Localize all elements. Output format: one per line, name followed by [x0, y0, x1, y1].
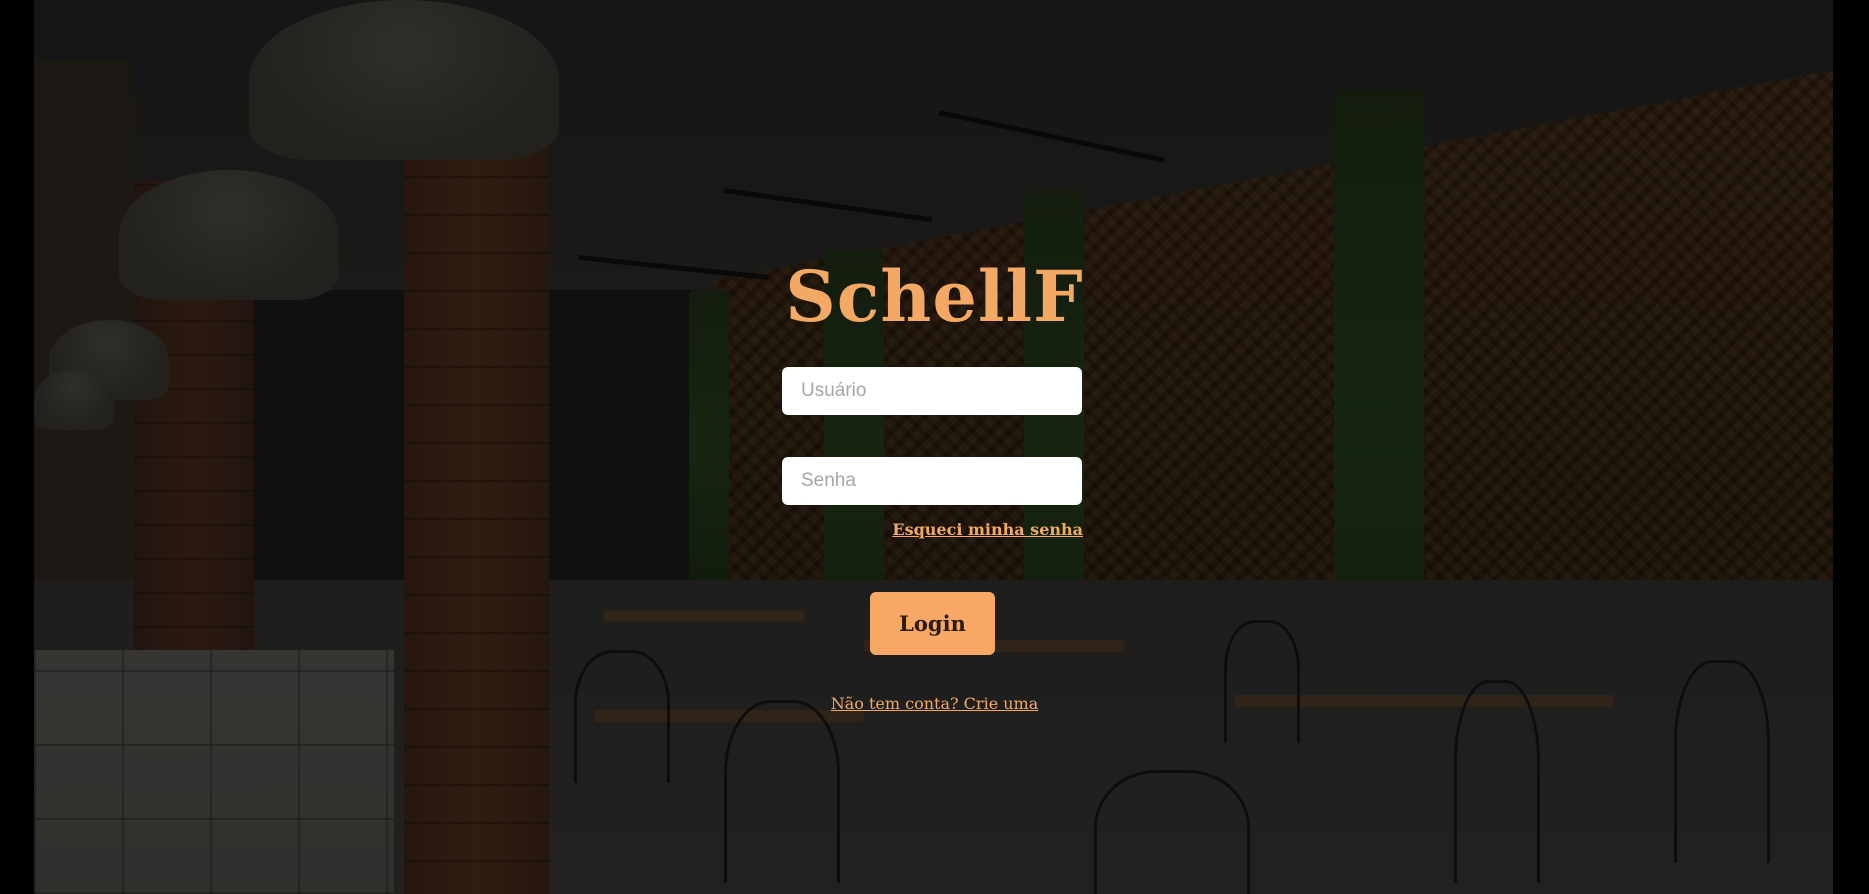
username-input[interactable] — [782, 367, 1082, 415]
login-button[interactable]: Login — [870, 592, 995, 655]
forgot-password-link[interactable]: Esqueci minha senha — [892, 520, 1083, 539]
signup-prompt: Não tem conta? Crie uma — [0, 694, 1869, 713]
background-image — [34, 0, 1833, 894]
password-input[interactable] — [782, 457, 1082, 505]
brand-logo: SchellF — [785, 255, 1084, 338]
dark-overlay — [34, 0, 1833, 894]
signup-link[interactable]: Não tem conta? Crie uma — [831, 694, 1039, 713]
